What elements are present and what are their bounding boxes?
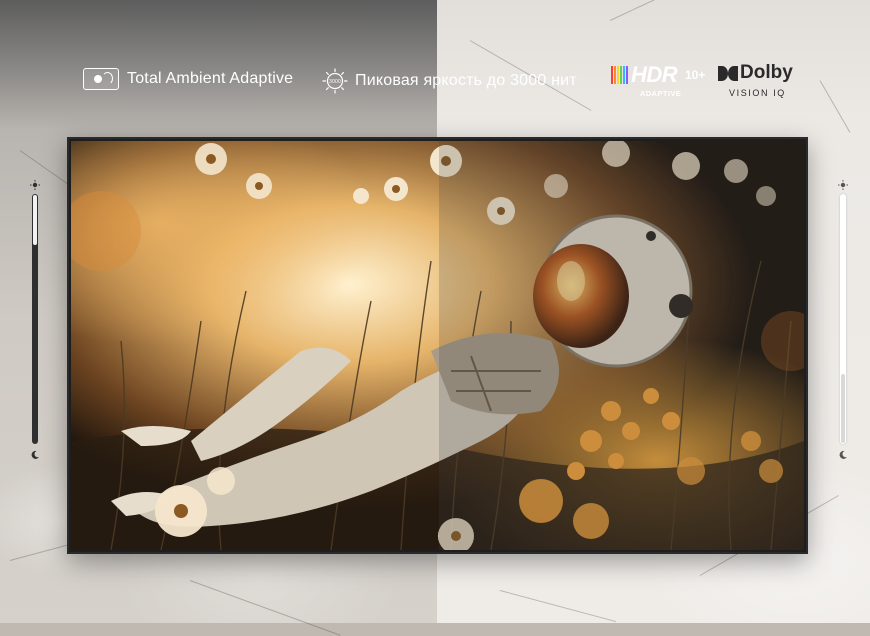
sun-icon bbox=[838, 180, 848, 190]
hdr-logo-text: HDR bbox=[631, 62, 678, 87]
dolby-double-d-icon bbox=[718, 66, 738, 81]
slider-fill bbox=[33, 195, 37, 245]
feature-strip: Total Ambient Adaptive 3000 Пиковая ярко… bbox=[0, 58, 870, 106]
hdr-color-bars bbox=[611, 66, 630, 84]
feature-brightness-label: Пиковая яркость до 3000 нит bbox=[355, 72, 577, 89]
dolby-logo-sub: VISION IQ bbox=[729, 88, 786, 98]
brightness-slider-left bbox=[28, 180, 42, 460]
tv-frame bbox=[67, 137, 808, 554]
moon-icon bbox=[839, 450, 847, 459]
feature-peak-brightness: 3000 Пиковая яркость до 3000 нит bbox=[322, 68, 577, 94]
hdr-logo-suffix: 10+ bbox=[685, 68, 706, 82]
slider-fill bbox=[841, 374, 845, 443]
sun-icon bbox=[30, 180, 40, 190]
feature-ambient-label: Total Ambient Adaptive bbox=[127, 70, 294, 87]
sun-icon-value: 3000 bbox=[329, 79, 341, 85]
sun-icon: 3000 bbox=[322, 68, 348, 94]
hdr10-plus-adaptive-logo: HDR 10+ ADAPTIVE bbox=[611, 62, 707, 102]
screen-split-overlay bbox=[439, 141, 804, 550]
hdr-logo-sub: ADAPTIVE bbox=[640, 89, 682, 98]
moon-icon bbox=[31, 450, 39, 459]
brightness-slider-right bbox=[836, 180, 850, 460]
slider-track bbox=[840, 194, 846, 444]
tv-screen bbox=[71, 141, 804, 550]
slider-track bbox=[32, 194, 38, 444]
dolby-vision-iq-logo: Dolby VISION IQ bbox=[718, 62, 798, 102]
dolby-logo-text: Dolby bbox=[740, 62, 793, 83]
ambient-light-sensor-icon bbox=[83, 68, 119, 90]
feature-ambient-adaptive: Total Ambient Adaptive bbox=[83, 68, 293, 90]
